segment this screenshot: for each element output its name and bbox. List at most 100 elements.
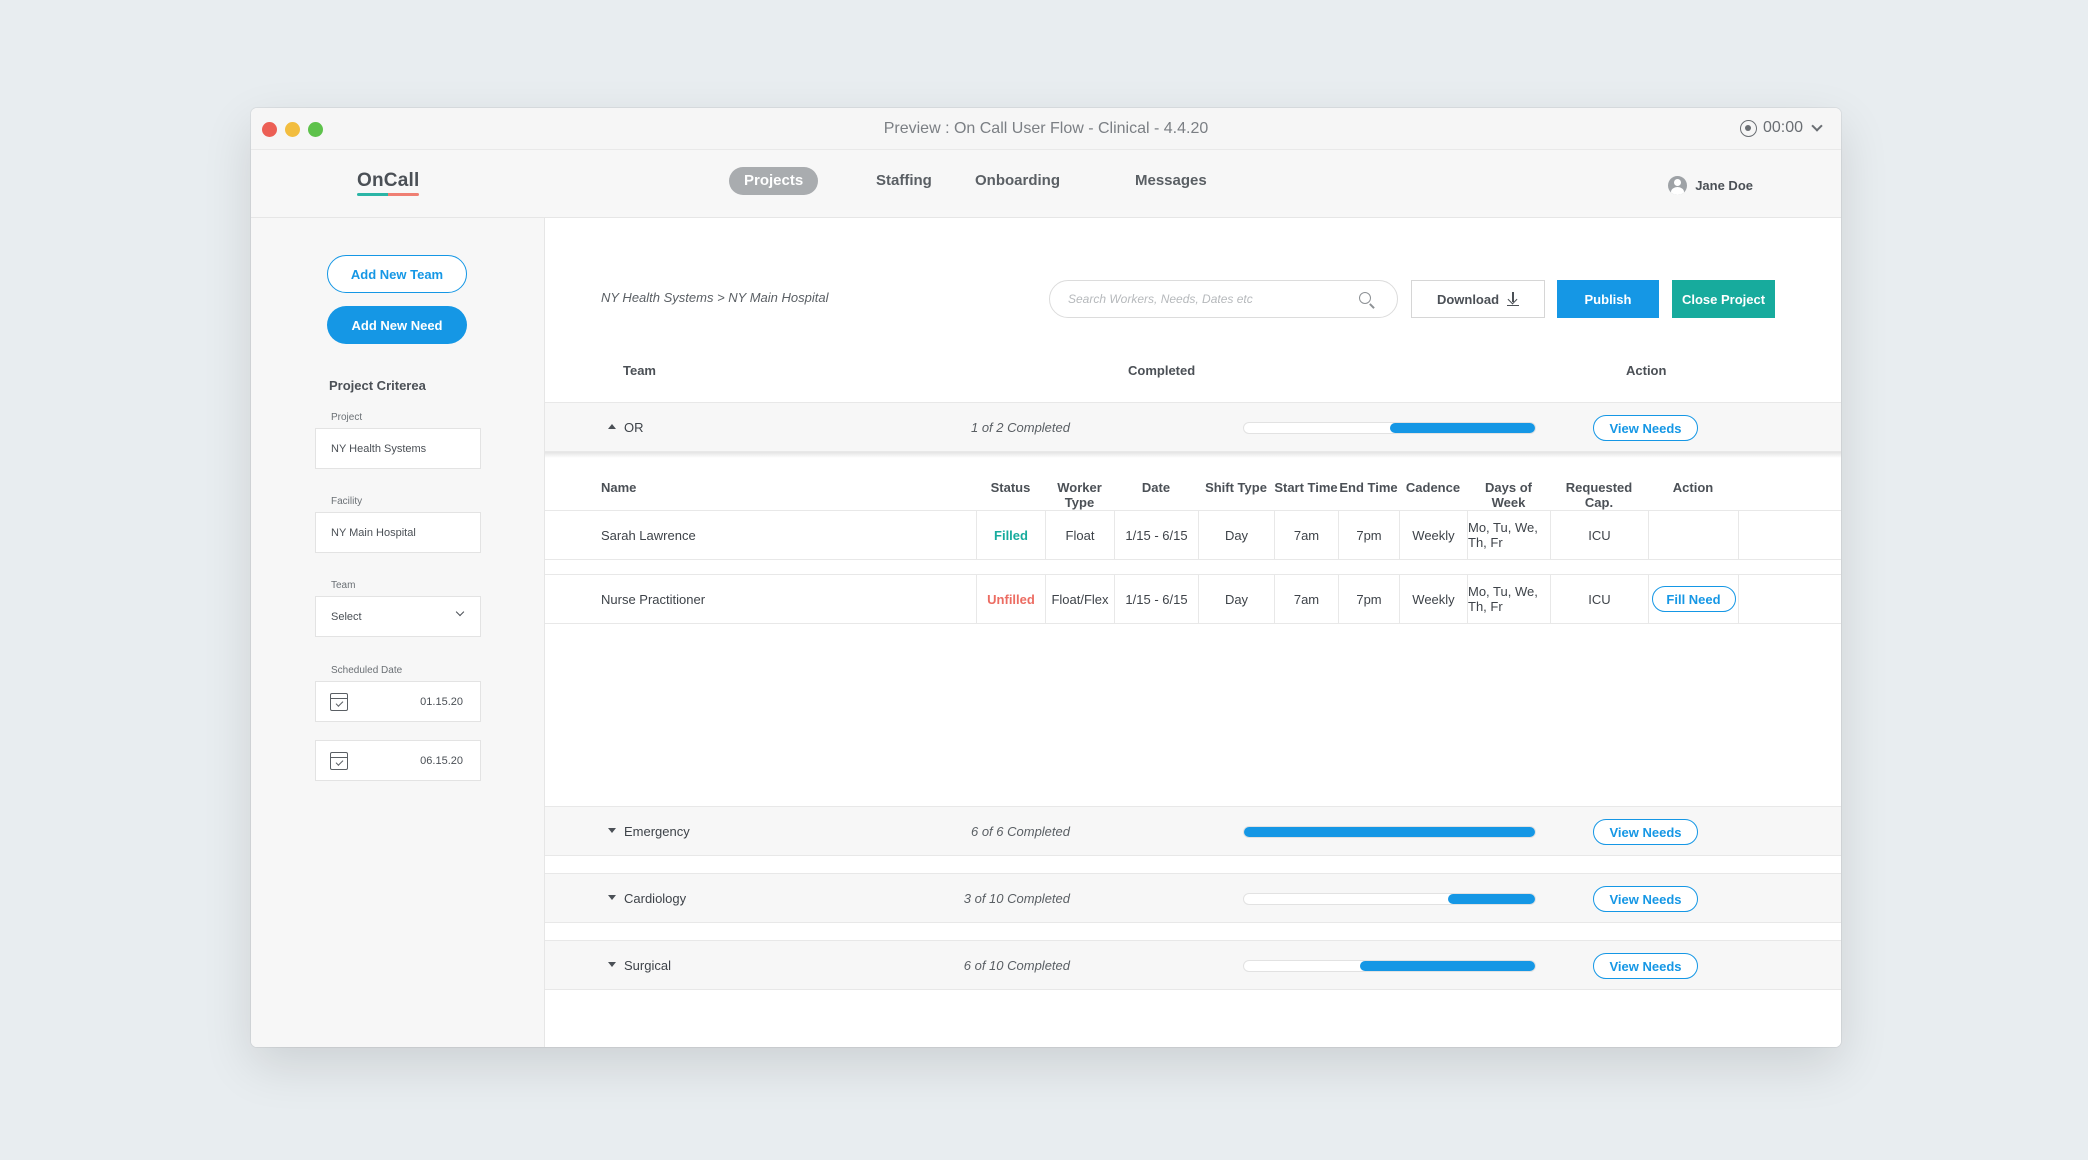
team-select-value: Select [331,610,362,623]
caret-down-icon[interactable] [608,828,616,833]
need-row[interactable]: Sarah Lawrence Filled Float 1/15 - 6/15 … [545,510,1841,560]
breadcrumb[interactable]: NY Health Systems > NY Main Hospital [601,290,828,305]
needs-header-end-time: End Time [1339,480,1398,495]
need-row[interactable]: Nurse Practitioner Unfilled Float/Flex 1… [545,574,1841,624]
progress-bar [1243,422,1536,434]
need-row-tail [1738,575,1841,623]
team-label: Team [331,580,356,591]
project-label: Project [331,412,363,423]
project-criteria-title: Project Criterea [329,378,426,393]
team-section-cardiology[interactable]: Cardiology 3 of 10 Completed View Needs [545,873,1841,923]
project-field[interactable]: NY Health Systems [315,428,481,469]
progress-bar [1243,893,1536,905]
needs-header-action: Action [1672,480,1714,495]
close-project-button[interactable]: Close Project [1672,280,1775,318]
app-window: Preview : On Call User Flow - Clinical -… [251,108,1841,1047]
chevron-down-icon [1811,120,1823,132]
need-end-time: 7pm [1338,575,1399,623]
team-section-emergency[interactable]: Emergency 6 of 6 Completed View Needs [545,806,1841,856]
calendar-icon[interactable] [330,752,348,770]
nav-projects[interactable]: Projects [729,167,819,195]
fill-need-button[interactable]: Fill Need [1651,586,1736,612]
download-label: Download [1436,291,1500,307]
caret-up-icon[interactable] [608,424,616,429]
need-worker-type: Float [1045,511,1114,559]
user-avatar-icon [1668,176,1688,195]
need-status: Filled [976,511,1045,559]
user-menu[interactable]: Jane Doe [1668,176,1753,195]
team-section-or[interactable]: OR 1 of 2 Completed View Needs [545,402,1841,452]
search-icon[interactable] [1359,292,1371,304]
caret-down-icon[interactable] [608,962,616,967]
progress-bar [1243,826,1536,838]
start-date-value: 01.15.20 [420,696,463,708]
needs-header-status: Status [990,480,1031,495]
progress-fill [1244,827,1535,837]
need-cadence: Weekly [1399,575,1467,623]
completed-count: 3 of 10 Completed [963,891,1070,906]
search-box [1049,280,1398,318]
needs-header-start-time: Start Time [1274,480,1338,495]
logo[interactable]: OnCall [357,170,419,192]
view-needs-button[interactable]: View Needs [1593,415,1698,441]
nav-staffing[interactable]: Staffing [861,167,947,195]
completed-column-header: Completed [1128,363,1196,378]
project-value: NY Health Systems [331,442,427,455]
need-date: 1/15 - 6/15 [1114,511,1198,559]
title-bar: Preview : On Call User Flow - Clinical -… [251,108,1841,150]
facility-label: Facility [331,496,363,507]
need-action-cell: Fill Need [1648,575,1738,623]
team-name: Emergency [624,824,690,839]
publish-button[interactable]: Publish [1557,280,1659,318]
logo-underline [357,193,419,196]
start-date-field[interactable]: 01.15.20 [315,681,481,722]
need-start-time: 7am [1274,511,1338,559]
needs-header-name: Name [601,480,637,495]
caret-down-icon[interactable] [608,895,616,900]
download-button[interactable]: Download [1411,280,1545,318]
need-row-tail [1738,511,1841,559]
top-nav: OnCall Projects Staffing Onboarding Mess… [251,150,1841,218]
need-days-of-week: Mo, Tu, We, Th, Fr [1467,511,1550,559]
end-date-value: 06.15.20 [420,755,463,767]
need-days-of-week: Mo, Tu, We, Th, Fr [1467,575,1550,623]
need-requested-cap: ICU [1550,575,1648,623]
progress-bar [1243,960,1536,972]
completed-count: 6 of 10 Completed [963,958,1070,973]
download-icon [1507,292,1520,306]
add-new-team-button[interactable]: Add New Team [327,255,467,293]
team-select[interactable]: Select [315,596,481,637]
view-needs-button[interactable]: View Needs [1593,886,1698,912]
needs-header-requested-cap: Requested Cap. [1565,480,1633,510]
facility-field[interactable]: NY Main Hospital [315,512,481,553]
completed-count: 6 of 6 Completed [970,824,1070,839]
need-status: Unfilled [976,575,1045,623]
view-needs-button[interactable]: View Needs [1593,819,1698,845]
sidebar: Add New Team Add New Need Project Criter… [251,218,545,1047]
progress-fill [1360,961,1535,971]
end-date-field[interactable]: 06.15.20 [315,740,481,781]
need-shift-type: Day [1198,511,1274,559]
main-content: NY Health Systems > NY Main Hospital Dow… [545,218,1841,1047]
action-column-header: Action [1626,363,1667,378]
add-new-need-button[interactable]: Add New Need [327,306,467,344]
nav-onboarding[interactable]: Onboarding [960,167,1075,195]
team-section-surgical[interactable]: Surgical 6 of 10 Completed View Needs [545,940,1841,990]
search-input[interactable] [1068,281,1358,317]
record-icon [1739,119,1757,137]
team-name: Surgical [624,958,671,973]
user-name: Jane Doe [1695,178,1753,193]
calendar-icon[interactable] [330,693,348,711]
team-column-header: Team [623,363,656,378]
timer-control[interactable]: 00:00 [1739,119,1823,137]
window-title: Preview : On Call User Flow - Clinical -… [883,120,1209,137]
completed-count: 1 of 2 Completed [970,420,1070,435]
view-needs-button[interactable]: View Needs [1593,953,1698,979]
need-name: Sarah Lawrence [601,527,696,543]
progress-fill [1389,423,1535,433]
nav-messages[interactable]: Messages [1120,167,1222,195]
need-requested-cap: ICU [1550,511,1648,559]
needs-header-days-of-week: Days of Week [1485,480,1532,510]
need-start-time: 7am [1274,575,1338,623]
chevron-down-icon [455,607,465,617]
